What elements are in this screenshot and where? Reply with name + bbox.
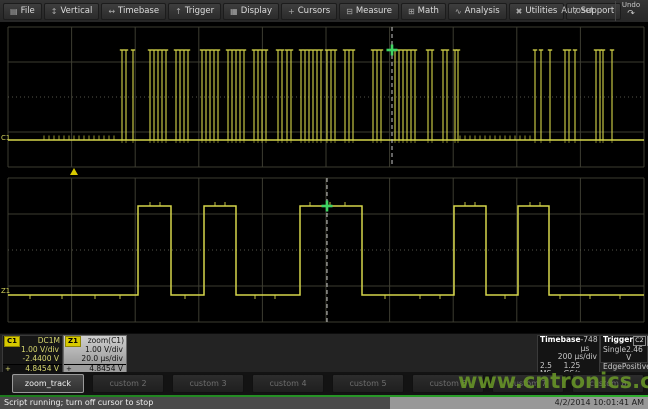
z1-trace-label: Z1 [1, 287, 10, 295]
undo-button[interactable]: Undo ↷ [615, 1, 646, 21]
z1-timebase: 20.0 µs/div [64, 355, 126, 364]
channel-descriptor-z1[interactable]: Z1 zoom(C1) 1.00 V/div 20.0 µs/div + 4.8… [63, 335, 127, 373]
timebase-delay: -748 µs [581, 336, 598, 353]
dashboard: C1 DC1M 1.00 V/div -2.4400 V + 4.8454 V … [0, 333, 648, 373]
file-icon: ▤ [10, 7, 18, 16]
menu-label: Measure [356, 6, 392, 16]
menu-utilities-button[interactable]: ✖Utilities [509, 3, 565, 20]
menu-label: Vertical [61, 6, 93, 16]
menu-math-button[interactable]: ⊞Math [401, 3, 446, 20]
function-button-custom-7[interactable]: custom 7 [492, 374, 564, 393]
menu-cursors-button[interactable]: +Cursors [281, 3, 337, 20]
menu-items: ▤File↕Vertical↔Timebase↑Trigger▦Display+… [0, 0, 622, 22]
menu-vertical-button[interactable]: ↕Vertical [44, 3, 100, 20]
display-icon: ▦ [230, 7, 238, 16]
autoset-button[interactable]: Autoset [561, 6, 594, 16]
menu-label: File [21, 6, 35, 16]
oscilloscope-screen: ▤File↕Vertical↔Timebase↑Trigger▦Display+… [0, 0, 648, 409]
function-button-custom-8[interactable]: custom 8 [572, 374, 644, 393]
channel-tag-c1: C1 [4, 336, 20, 347]
trigger-icon: ↑ [175, 7, 182, 16]
function-button-custom-2[interactable]: custom 2 [92, 374, 164, 393]
menu-bar: ▤File↕Vertical↔Timebase↑Trigger▦Display+… [0, 0, 648, 23]
trigger-mode: Single [603, 346, 626, 363]
scope-graticule: C1 Z1 [0, 22, 648, 333]
function-button-custom-6[interactable]: custom 6 [412, 374, 484, 393]
menu-label: Analysis [465, 6, 500, 16]
c1-trace-label: C1 [1, 134, 10, 142]
status-bar: Script running; turn off cursor to stop … [0, 397, 648, 409]
cursors-icon: + [288, 7, 295, 16]
utilities-icon: ✖ [516, 7, 523, 16]
channel-descriptor-c1[interactable]: C1 DC1M 1.00 V/div -2.4400 V + 4.8454 V [2, 335, 63, 373]
menu-label: Utilities [525, 6, 557, 16]
c1-offset: -2.4400 V [3, 355, 62, 364]
function-button-custom-3[interactable]: custom 3 [172, 374, 244, 393]
trigger-position-marker[interactable] [70, 168, 78, 175]
function-button-zoom_track[interactable]: zoom_track [12, 374, 84, 393]
menu-label: Cursors [298, 6, 330, 16]
trigger-level: 2.46 V [626, 346, 645, 363]
timebase-icon: ↔ [108, 7, 115, 16]
function-button-custom-4[interactable]: custom 4 [252, 374, 324, 393]
menu-label: Trigger [185, 6, 214, 16]
status-datetime: 4/2/2014 10:01:41 AM [555, 398, 644, 407]
analysis-icon: ∿ [455, 7, 462, 16]
trigger-panel[interactable]: Trigger C2 DC Single 2.46 V Edge Positiv… [600, 335, 648, 363]
timebase-panel[interactable]: Timebase -748 µs 200 µs/div 2.5 MS 1.25 … [537, 335, 600, 373]
math-icon: ⊞ [408, 7, 415, 16]
undo-label: Undo [622, 1, 640, 9]
trigger-slope: Positive [622, 363, 648, 372]
timebase-title: Timebase [540, 336, 581, 353]
menu-measure-button[interactable]: ⊟Measure [339, 3, 399, 20]
function-button-bar: zoom_track custom 2 custom 3 custom 4 custom… [0, 372, 648, 395]
waveform-display: C1 Z1 [0, 22, 648, 333]
menu-label: Display [241, 6, 272, 16]
function-button-custom-5[interactable]: custom 5 [332, 374, 404, 393]
menu-label: Timebase [118, 6, 159, 16]
menu-analysis-button[interactable]: ∿Analysis [448, 3, 507, 20]
trigger-type: Edge [603, 363, 622, 372]
menu-trigger-button[interactable]: ↑Trigger [168, 3, 221, 20]
channel-tag-z1: Z1 [65, 336, 81, 347]
undo-icon: ↷ [616, 10, 646, 18]
status-message: Script running; turn off cursor to stop [4, 398, 153, 407]
menu-file-button[interactable]: ▤File [3, 3, 42, 20]
menu-display-button[interactable]: ▦Display [223, 3, 279, 20]
menu-label: Math [418, 6, 439, 16]
menu-timebase-button[interactable]: ↔Timebase [101, 3, 166, 20]
measure-icon: ⊟ [346, 7, 353, 16]
vertical-icon: ↕ [51, 7, 58, 16]
